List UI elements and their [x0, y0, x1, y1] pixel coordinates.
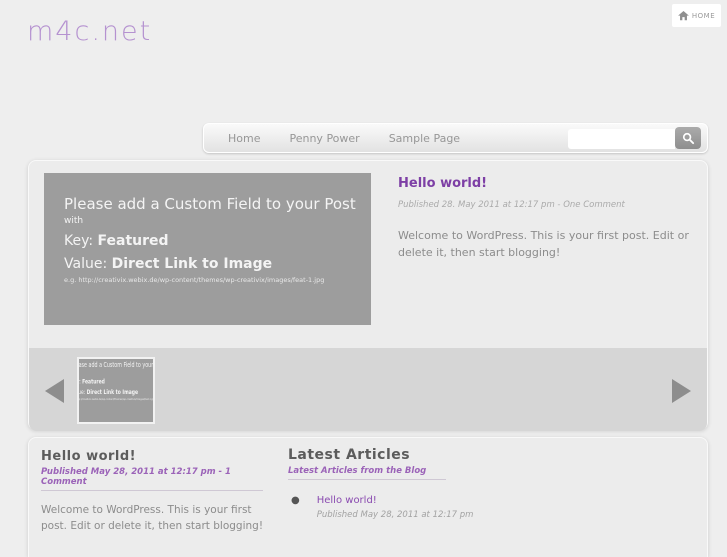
- featured-post-body: Welcome to WordPress. This is your first…: [398, 229, 689, 260]
- main-navigation: Home Penny Power Sample Page: [203, 123, 708, 153]
- featured-line1: Please add a Custom Field to your Post: [64, 195, 356, 213]
- featured-post: Hello world! Published 28. May 2011 at 1…: [398, 176, 698, 261]
- nav-item-sample-page[interactable]: Sample Page: [389, 132, 460, 145]
- bottom-panel: Hello world! Published May 28, 2011 at 1…: [28, 437, 708, 557]
- home-button[interactable]: HOME: [672, 4, 721, 27]
- search-button[interactable]: [675, 127, 701, 149]
- latest-article-meta: Published May 28, 2011 at 12:17 pm: [316, 510, 474, 520]
- latest-articles-column: Latest Articles Latest Articles from the…: [288, 447, 498, 520]
- latest-articles-title: Latest Articles: [288, 447, 411, 463]
- featured-line2: with: [64, 216, 84, 226]
- latest-articles-subtitle: Latest Articles from the Blog: [288, 466, 427, 476]
- latest-article-link[interactable]: Hello world!: [317, 495, 474, 506]
- slider-carousel: Please add a Custom Field to your Post w…: [29, 348, 707, 431]
- search-icon: [682, 132, 694, 144]
- divider: [41, 490, 263, 491]
- featured-post-meta: Published 28. May 2011 at 12:17 pm - One…: [398, 200, 625, 210]
- list-item: ● Hello world! Published May 28, 2011 at…: [288, 495, 498, 520]
- featured-value-line: Value: Direct Link to Image: [64, 256, 273, 272]
- featured-image[interactable]: Please add a Custom Field to your Post w…: [44, 173, 371, 325]
- search-input[interactable]: [568, 128, 675, 149]
- carousel-next-arrow-icon[interactable]: [672, 379, 691, 403]
- bottom-post-meta: Published May 28, 2011 at 12:17 pm - 1 C…: [41, 467, 231, 487]
- nav-item-penny-power[interactable]: Penny Power: [289, 132, 359, 145]
- featured-panel: Please add a Custom Field to your Post w…: [28, 160, 708, 431]
- carousel-prev-arrow-icon[interactable]: [45, 379, 64, 403]
- search-box: [568, 127, 701, 149]
- carousel-thumbnail-content: Please add a Custom Field to your Post w…: [77, 360, 155, 401]
- bottom-post-column: Hello world! Published May 28, 2011 at 1…: [41, 449, 269, 535]
- bottom-post-title[interactable]: Hello world!: [41, 449, 269, 464]
- featured-key-line: Key: Featured: [64, 233, 169, 249]
- home-icon: [677, 10, 689, 20]
- bottom-post-body: Welcome to WordPress. This is your first…: [41, 504, 264, 533]
- home-button-label: HOME: [691, 11, 716, 20]
- bullet-icon: ●: [291, 495, 300, 506]
- featured-post-title[interactable]: Hello world!: [398, 176, 698, 191]
- featured-example-url: e.g. http://creativix.webix.de/wp-conten…: [64, 276, 325, 284]
- nav-item-home[interactable]: Home: [228, 132, 260, 145]
- divider: [288, 479, 446, 480]
- site-logo[interactable]: m4c.net: [27, 16, 152, 47]
- carousel-thumbnail[interactable]: Please add a Custom Field to your Post w…: [77, 357, 155, 424]
